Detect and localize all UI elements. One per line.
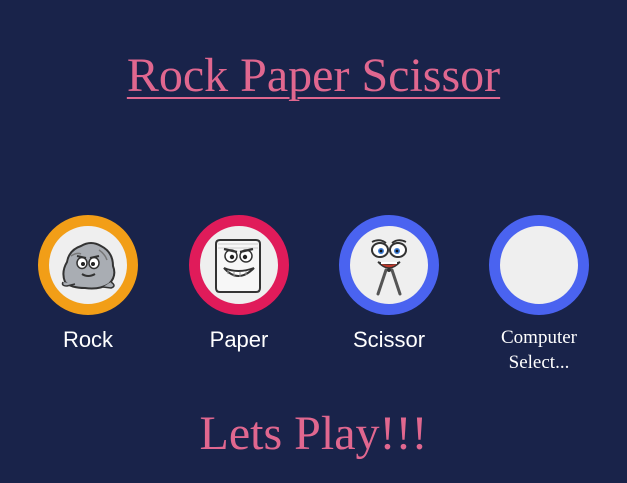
computer-label: Computer Select... (501, 327, 577, 373)
rock-label: Rock (62, 327, 114, 352)
computer-choice-slot (489, 215, 589, 315)
rock-button[interactable] (38, 215, 138, 315)
choice-paper[interactable]: Paper (179, 215, 299, 353)
choice-scissor[interactable]: Scissor (329, 215, 449, 353)
game-title: Rock Paper Scissor (126, 49, 501, 102)
paper-button[interactable] (189, 215, 289, 315)
scissor-label: Scissor (352, 327, 426, 352)
choice-rock[interactable]: Rock (28, 215, 148, 353)
scissor-face-icon (371, 239, 407, 296)
paper-label: Paper (209, 327, 269, 352)
game-page: Rock Paper Scissor Rock Paper Scissor Co… (0, 0, 627, 483)
scissor-button[interactable] (339, 215, 439, 315)
rock-face-icon (61, 242, 116, 290)
game-status: Lets Play!!! (199, 407, 428, 460)
paper-face-icon (215, 239, 261, 293)
computer-selection: Computer Select... (479, 215, 599, 375)
